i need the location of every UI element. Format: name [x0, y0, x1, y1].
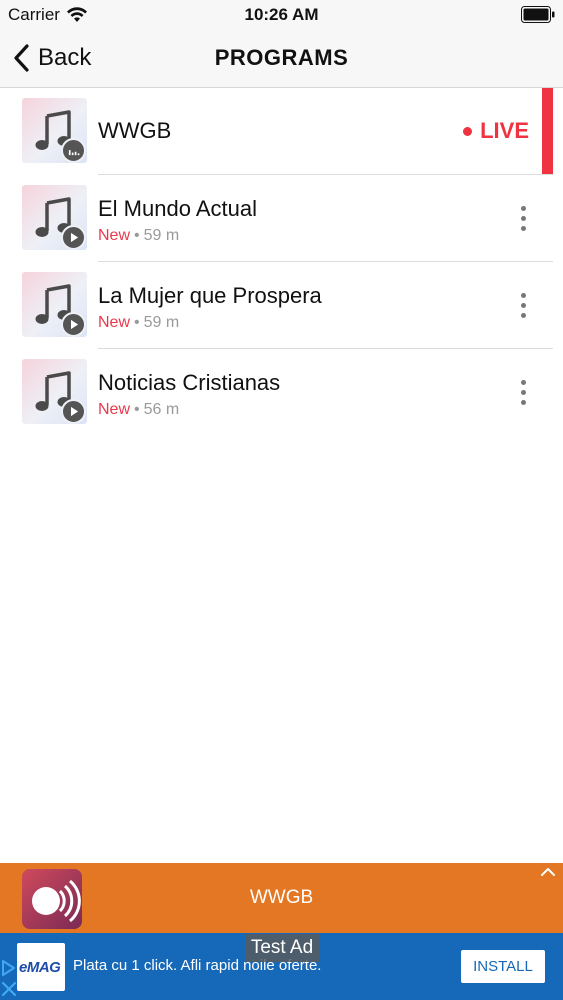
program-row[interactable]: La Mujer que Prospera New • 59 m [0, 262, 563, 349]
play-icon[interactable] [61, 399, 86, 424]
program-meta: New • 56 m [98, 401, 179, 419]
program-thumbnail [22, 272, 87, 337]
ad-choices-icon[interactable] [0, 959, 18, 999]
program-duration: 56 m [143, 401, 180, 418]
more-options-icon[interactable] [513, 293, 533, 319]
program-row[interactable]: Noticias Cristianas New • 56 m [0, 349, 563, 436]
ad-brand-logo: eMAG [17, 943, 65, 991]
clock: 10:26 AM [244, 5, 319, 24]
program-list: WWGB LIVE El Mundo Actual New • 59 m La … [0, 88, 563, 436]
ad-brand-name: eMAG [19, 959, 61, 976]
test-ad-label: Test Ad [245, 934, 319, 962]
live-dot-icon [463, 126, 473, 136]
program-thumbnail [22, 185, 87, 250]
nav-bar: Back PROGRAMS [0, 30, 563, 88]
page-title: PROGRAMS [214, 45, 349, 70]
chevron-up-icon[interactable] [539, 865, 557, 879]
program-meta: New • 59 m [98, 227, 179, 245]
play-icon[interactable] [61, 312, 86, 337]
equalizer-icon [61, 138, 86, 163]
meta-separator: • [134, 314, 140, 331]
meta-separator: • [134, 401, 140, 418]
program-title: El Mundo Actual [98, 196, 257, 221]
program-row[interactable]: El Mundo Actual New • 59 m [0, 175, 563, 262]
install-button[interactable]: INSTALL [461, 950, 545, 983]
program-title: WWGB [98, 118, 172, 143]
status-bar: Carrier 10:26 AM [0, 0, 563, 30]
new-badge: New [98, 401, 131, 418]
program-duration: 59 m [143, 314, 180, 331]
program-thumbnail [22, 359, 87, 424]
live-label: LIVE [480, 118, 529, 143]
program-title: La Mujer que Prospera [98, 283, 322, 308]
more-options-icon[interactable] [513, 380, 533, 406]
live-accent-bar [542, 88, 553, 174]
program-thumbnail [22, 98, 87, 163]
meta-separator: • [134, 227, 140, 244]
new-badge: New [98, 314, 131, 331]
program-duration: 59 m [143, 227, 180, 244]
mini-player[interactable]: WWGB [0, 863, 563, 933]
program-title: Noticias Cristianas [98, 370, 281, 395]
battery-icon [521, 6, 555, 23]
program-row-live[interactable]: WWGB LIVE [0, 88, 563, 175]
program-meta: New • 59 m [98, 314, 179, 332]
new-badge: New [98, 227, 131, 244]
play-icon[interactable] [61, 225, 86, 250]
now-playing-title: WWGB [249, 887, 314, 908]
live-indicator: LIVE [463, 118, 529, 144]
more-options-icon[interactable] [513, 206, 533, 232]
